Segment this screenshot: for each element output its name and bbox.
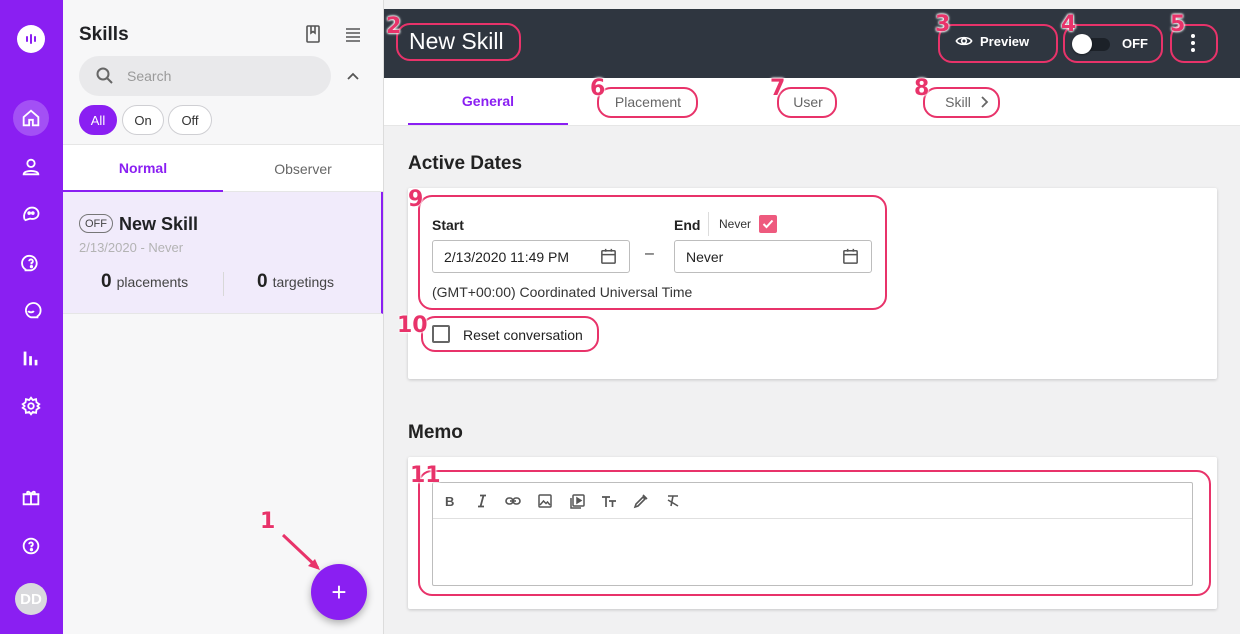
- placements-stat: 0 placements: [101, 271, 188, 293]
- never-checkbox[interactable]: [759, 215, 777, 233]
- left-rail: DD: [0, 0, 63, 634]
- targetings-count: 0: [257, 271, 268, 292]
- never-label: Never: [719, 217, 752, 231]
- tab-placement[interactable]: Placement: [568, 78, 728, 125]
- skill-date-range: 2/13/2020 - Never: [79, 240, 184, 255]
- end-divider: [708, 212, 709, 236]
- end-date-input[interactable]: Never: [674, 240, 872, 273]
- reset-conversation-label[interactable]: Reset conversation: [463, 327, 583, 343]
- bookmark-icon[interactable]: [303, 24, 323, 44]
- settings-icon[interactable]: [13, 388, 49, 424]
- toggle-label: OFF: [1122, 36, 1148, 51]
- help-icon[interactable]: [13, 245, 49, 281]
- toggle-knob: [1072, 34, 1092, 54]
- home-icon[interactable]: [13, 100, 49, 136]
- main-content: New Skill Preview OFF General Placement …: [384, 0, 1240, 634]
- placements-label: placements: [116, 274, 189, 290]
- memo-card: B: [408, 457, 1217, 609]
- search-box: [79, 56, 331, 96]
- tab-user[interactable]: User: [728, 78, 888, 125]
- preview-button[interactable]: Preview: [955, 32, 1029, 50]
- start-date-input[interactable]: 2/13/2020 11:49 PM: [432, 240, 630, 273]
- skill-list-item[interactable]: OFF New Skill 2/13/2020 - Never 0 placeme…: [63, 192, 383, 314]
- filter-all[interactable]: All: [79, 105, 117, 135]
- video-icon[interactable]: [568, 492, 586, 510]
- filter-on[interactable]: On: [122, 105, 164, 135]
- panel-title: Skills: [79, 24, 129, 45]
- memo-editor: B: [432, 482, 1193, 586]
- skills-panel: Skills All On Off Normal Observer OFF Ne…: [63, 0, 384, 634]
- chevron-right-icon: [981, 95, 989, 108]
- start-date-value: 2/13/2020 11:49 PM: [444, 249, 570, 265]
- status-badge: OFF: [79, 214, 113, 233]
- tab-skill[interactable]: Skill: [888, 78, 1048, 125]
- bold-icon[interactable]: B: [441, 492, 459, 510]
- date-separator: –: [645, 245, 654, 262]
- link-icon[interactable]: [504, 492, 522, 510]
- logo-icon[interactable]: [17, 25, 45, 53]
- app-root: DD Skills All On Off Normal Observer OFF…: [0, 0, 1240, 634]
- search-icon: [96, 67, 113, 84]
- active-dates-title: Active Dates: [408, 153, 523, 174]
- chat-icon[interactable]: [13, 196, 49, 232]
- color-picker-icon[interactable]: [632, 492, 650, 510]
- start-label: Start: [432, 217, 464, 233]
- top-bar: New Skill Preview OFF: [384, 9, 1240, 78]
- filter-off[interactable]: Off: [168, 105, 212, 135]
- preview-label: Preview: [980, 33, 1030, 49]
- targetings-stat: 0 targetings: [257, 271, 334, 293]
- targetings-label: targetings: [272, 274, 335, 290]
- conversation-icon[interactable]: [13, 292, 49, 328]
- user-icon[interactable]: [13, 149, 49, 185]
- editor-toolbar: B: [433, 483, 1192, 519]
- svg-text:B: B: [445, 494, 454, 509]
- calendar-icon: [843, 248, 858, 264]
- image-icon[interactable]: [536, 492, 554, 510]
- gift-icon[interactable]: [13, 479, 49, 515]
- avatar[interactable]: DD: [15, 583, 47, 615]
- list-icon[interactable]: [343, 24, 363, 44]
- skill-active-toggle[interactable]: [1072, 34, 1112, 54]
- calendar-icon: [601, 248, 616, 264]
- active-dates-card: Start End Never 2/13/2020 11:49 PM – Nev…: [408, 188, 1217, 379]
- add-skill-button[interactable]: +: [311, 564, 367, 620]
- stat-divider: [223, 272, 224, 296]
- memo-content[interactable]: [433, 520, 1192, 585]
- tab-skill-label: Skill: [945, 93, 971, 110]
- timezone-text: (GMT+00:00) Coordinated Universal Time: [432, 284, 693, 300]
- placements-count: 0: [101, 271, 112, 292]
- end-date-value: Never: [686, 249, 724, 265]
- more-vert-icon[interactable]: [1181, 31, 1205, 55]
- tab-general[interactable]: General: [408, 78, 568, 125]
- end-label: End: [674, 217, 701, 233]
- analytics-icon[interactable]: [13, 340, 49, 376]
- page-title[interactable]: New Skill: [409, 28, 504, 55]
- italic-icon[interactable]: [473, 492, 491, 510]
- tab-observer[interactable]: Observer: [223, 145, 383, 192]
- eye-icon: [955, 36, 973, 46]
- search-input[interactable]: [127, 56, 323, 96]
- chevron-up-icon[interactable]: [343, 66, 363, 86]
- tab-normal[interactable]: Normal: [63, 145, 223, 192]
- skill-type-tabs: Normal Observer: [63, 144, 383, 192]
- help-circle-icon[interactable]: [13, 528, 49, 564]
- main-tabs: General Placement User Skill: [384, 78, 1240, 126]
- clear-format-icon[interactable]: [664, 492, 682, 510]
- text-size-icon[interactable]: [600, 492, 618, 510]
- reset-conversation-checkbox[interactable]: [432, 325, 450, 343]
- skill-name: New Skill: [119, 214, 199, 234]
- memo-title: Memo: [408, 422, 463, 443]
